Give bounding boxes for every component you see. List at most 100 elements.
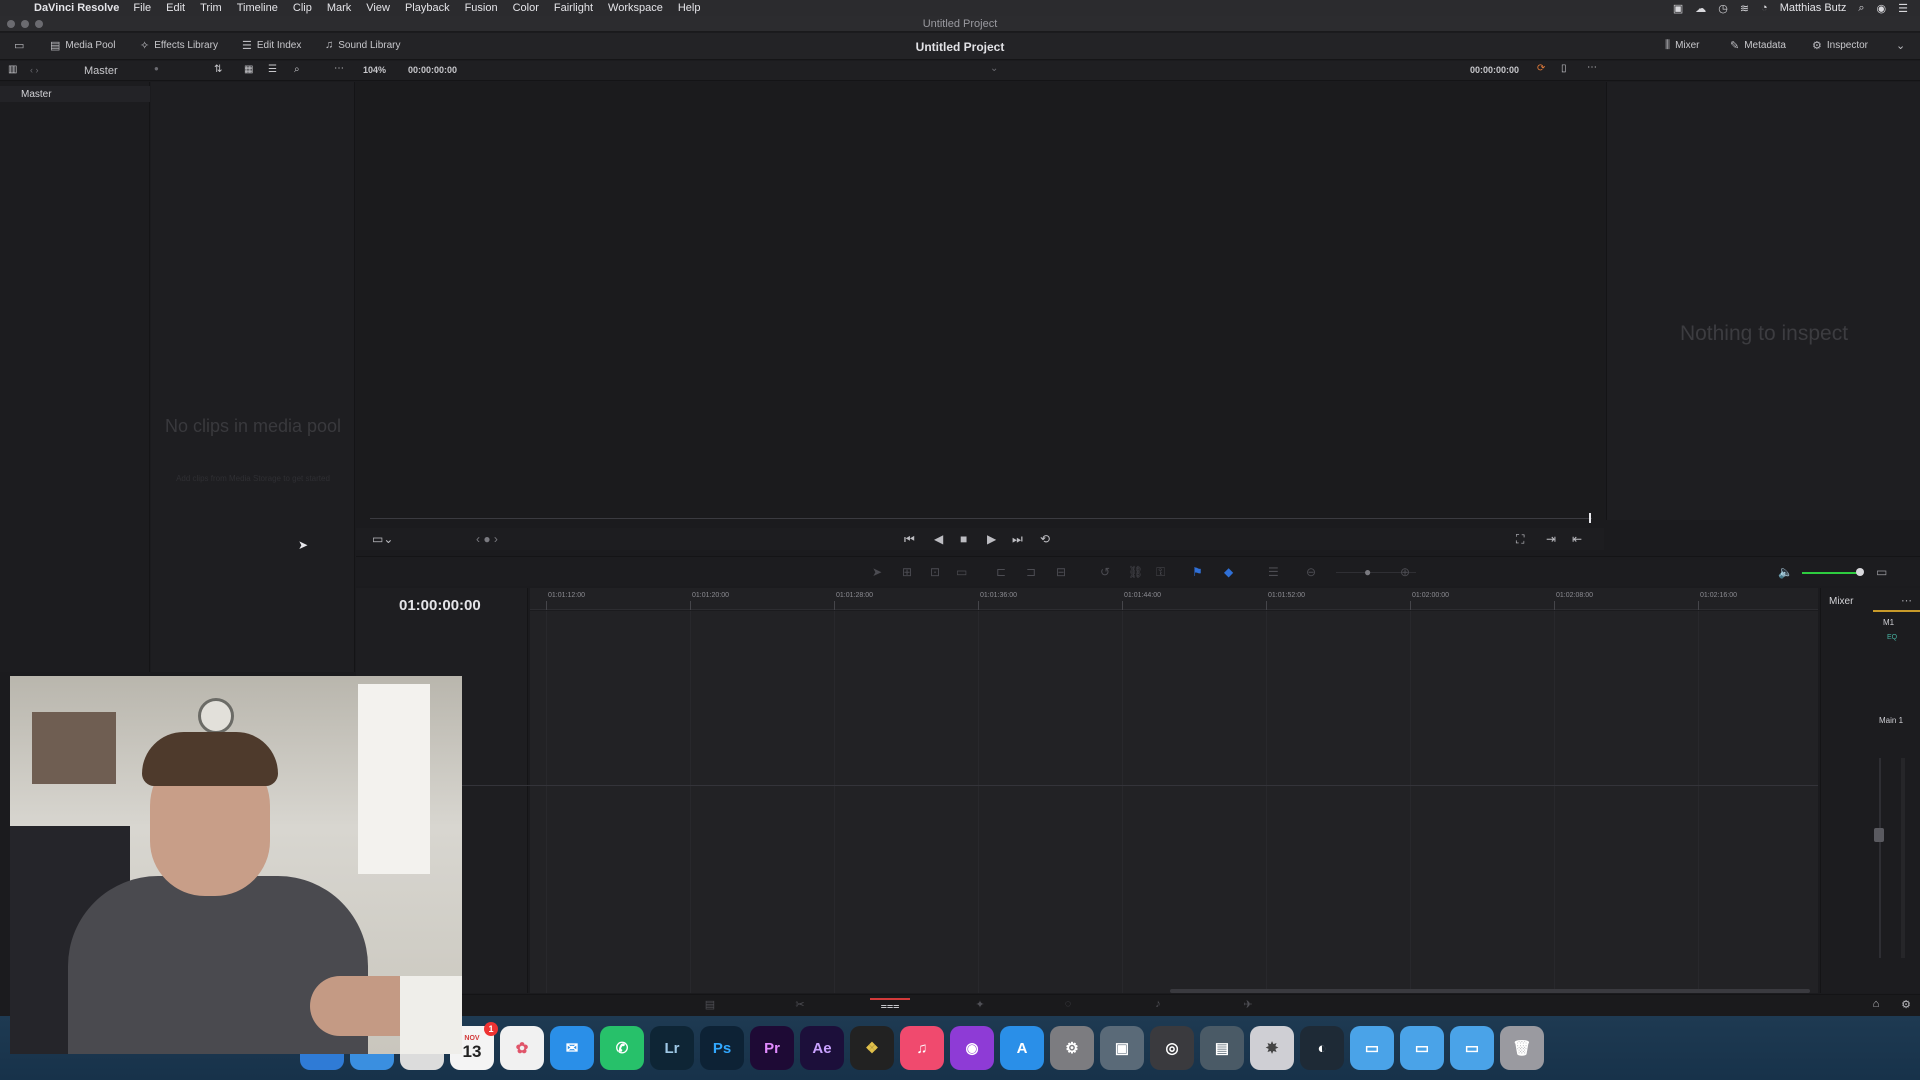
list-view-icon[interactable]: ☰ [268, 64, 277, 75]
mixer-button[interactable]: ⫼ Mixer [1665, 39, 1700, 52]
metadata-button[interactable]: ✎ Metadata [1730, 39, 1786, 52]
menu-fairlight[interactable]: Fairlight [554, 2, 593, 14]
menu-edit[interactable]: Edit [166, 2, 185, 14]
cloud-icon[interactable]: ☁ [1695, 2, 1706, 15]
time-machine-icon[interactable]: ◷ [1718, 2, 1728, 15]
selection-tool-icon[interactable]: ➤ [872, 565, 882, 579]
color-page-icon[interactable]: ◌ [1048, 998, 1088, 1014]
menu-help[interactable]: Help [678, 2, 701, 14]
play-icon[interactable]: ▶ [987, 532, 996, 546]
podcasts-icon[interactable]: ◉ [950, 1026, 994, 1070]
viewer-canvas[interactable] [356, 82, 1604, 520]
system-preferences-icon[interactable]: ⚙ [1050, 1026, 1094, 1070]
applications-folder-icon[interactable]: ▭ [1350, 1026, 1394, 1070]
match-frame-icon[interactable]: ⛶ [1516, 532, 1524, 547]
main-fader-track[interactable] [1879, 758, 1881, 958]
expand-icon[interactable]: ⌄ [1896, 39, 1905, 52]
clip-nav-icon[interactable]: ‹ ● › [476, 532, 498, 546]
trash-icon[interactable]: 🗑 [1500, 1026, 1544, 1070]
mixer-options-icon[interactable]: ⋯ [1901, 594, 1912, 607]
menu-timeline[interactable]: Timeline [237, 2, 278, 14]
image-capture-icon[interactable]: ▤ [1200, 1026, 1244, 1070]
search-icon[interactable]: ⌕ [294, 64, 300, 75]
stop-icon[interactable]: ■ [960, 532, 967, 546]
go-to-end-icon[interactable]: ⏭ [1012, 532, 1023, 547]
insert-clip-icon[interactable]: ⊏ [996, 565, 1006, 579]
viewer-layout-icon[interactable]: ▯ [1561, 63, 1567, 74]
volume-icon[interactable]: 🔈 [1778, 565, 1793, 579]
photoshop-icon[interactable]: Ps [700, 1026, 744, 1070]
settings-icon[interactable]: ⚙ [1886, 998, 1920, 1014]
after-effects-icon[interactable]: Ae [800, 1026, 844, 1070]
trim-tool-icon[interactable]: ⊞ [902, 565, 912, 579]
wifi-icon[interactable]: ≋ [1740, 2, 1749, 15]
menubar-user-name[interactable]: Matthias Butz [1780, 2, 1847, 14]
viewer-options-icon[interactable]: ⋯ [1587, 62, 1597, 73]
linked-selection-icon[interactable]: ⛓ [1128, 565, 1143, 579]
menu-view[interactable]: View [366, 2, 390, 14]
menu-trim[interactable]: Trim [200, 2, 222, 14]
blade-tool-icon[interactable]: ▭ [956, 565, 967, 579]
documents-folder-icon[interactable]: ▭ [1400, 1026, 1444, 1070]
downloads-folder-icon[interactable]: ▭ [1450, 1026, 1494, 1070]
zoom-level[interactable]: 104% [363, 65, 386, 75]
music-icon[interactable]: ♫ [900, 1026, 944, 1070]
dim-icon[interactable]: ▭ [1876, 565, 1887, 579]
more-options-icon[interactable]: ⋯ [334, 63, 344, 74]
camera-app-icon[interactable]: ◎ [1150, 1026, 1194, 1070]
menu-fusion[interactable]: Fusion [465, 2, 498, 14]
spotlight-icon[interactable]: ⌕ [1858, 2, 1864, 15]
flag-icon[interactable]: ⚑ [1192, 565, 1203, 579]
cut-page-icon[interactable]: ✂ [780, 998, 820, 1014]
video-audio-divider[interactable] [462, 785, 1818, 786]
marker-icon[interactable]: ◆ [1224, 565, 1233, 579]
media-pool-panel[interactable]: No clips in media pool Add clips from Me… [151, 82, 355, 672]
viewer-dropdown-icon[interactable]: ⌄ [990, 63, 998, 74]
siri-icon[interactable]: ◉ [1877, 2, 1887, 15]
viewer-mode-icon[interactable]: ▭⌄ [372, 532, 393, 546]
menu-color[interactable]: Color [513, 2, 539, 14]
fusion-page-icon[interactable]: ✦ [960, 998, 1000, 1014]
zoom-in-icon[interactable]: ⊕ [1400, 565, 1410, 579]
menu-file[interactable]: File [133, 2, 151, 14]
overwrite-clip-icon[interactable]: ⊐ [1026, 565, 1036, 579]
thumbnail-view-icon[interactable]: ▦ [244, 64, 253, 75]
reverse-play-icon[interactable]: ◀ [934, 532, 943, 546]
nav-back-icon[interactable]: ‹ › [30, 65, 39, 75]
davinci-resolve-icon[interactable]: ❖ [850, 1026, 894, 1070]
photos-icon[interactable]: ✿ [500, 1026, 544, 1070]
next-edit-icon[interactable]: ⇥ [1546, 532, 1556, 546]
go-to-start-icon[interactable]: ⏮ [904, 532, 915, 547]
volume-slider[interactable] [1802, 572, 1860, 574]
bin-item-master[interactable]: Master [0, 86, 150, 102]
menu-mark[interactable]: Mark [327, 2, 351, 14]
mixer-eq-button[interactable]: EQ [1887, 634, 1897, 641]
menu-playback[interactable]: Playback [405, 2, 450, 14]
screenshot-app-icon[interactable]: ▣ [1100, 1026, 1144, 1070]
menu-app-name[interactable]: DaVinci Resolve [34, 2, 119, 14]
messenger-icon[interactable]: ✉ [550, 1026, 594, 1070]
fairlight-page-icon[interactable]: ♪ [1138, 998, 1178, 1014]
position-lock-icon[interactable]: ⚿ [1156, 565, 1165, 580]
timeline-horizontal-scrollbar[interactable] [1170, 989, 1810, 993]
timeline-zoom-knob[interactable]: ● [1364, 565, 1371, 579]
replace-clip-icon[interactable]: ⊟ [1056, 565, 1066, 579]
inspector-button[interactable]: ⚙ Inspector [1812, 39, 1868, 52]
notification-center-icon[interactable]: ☰ [1898, 2, 1908, 15]
viewer-playhead[interactable] [1589, 513, 1591, 523]
whatsapp-icon[interactable]: ✆ [600, 1026, 644, 1070]
viewer-scrub-bar[interactable] [370, 518, 1592, 519]
menu-clip[interactable]: Clip [293, 2, 312, 14]
sort-icon[interactable]: ⇅ [214, 64, 222, 75]
screen-record-icon[interactable]: ▣ [1673, 2, 1683, 15]
volume-knob[interactable] [1856, 568, 1864, 576]
media-page-icon[interactable]: ▤ [690, 998, 730, 1014]
clock-icon[interactable]: ◔ [1761, 2, 1768, 14]
compressor-icon[interactable]: ◐ [1300, 1026, 1344, 1070]
lightroom-icon[interactable]: Lr [650, 1026, 694, 1070]
previous-edit-icon[interactable]: ⇤ [1572, 532, 1582, 546]
timeline-view-options-icon[interactable]: ☰ [1268, 565, 1279, 579]
panel-toggle-icon[interactable]: ▥ [8, 64, 17, 75]
timeline-timecode[interactable]: 01:00:00:00 [399, 597, 481, 614]
edit-page-icon[interactable]: ⩶ [870, 998, 910, 1014]
